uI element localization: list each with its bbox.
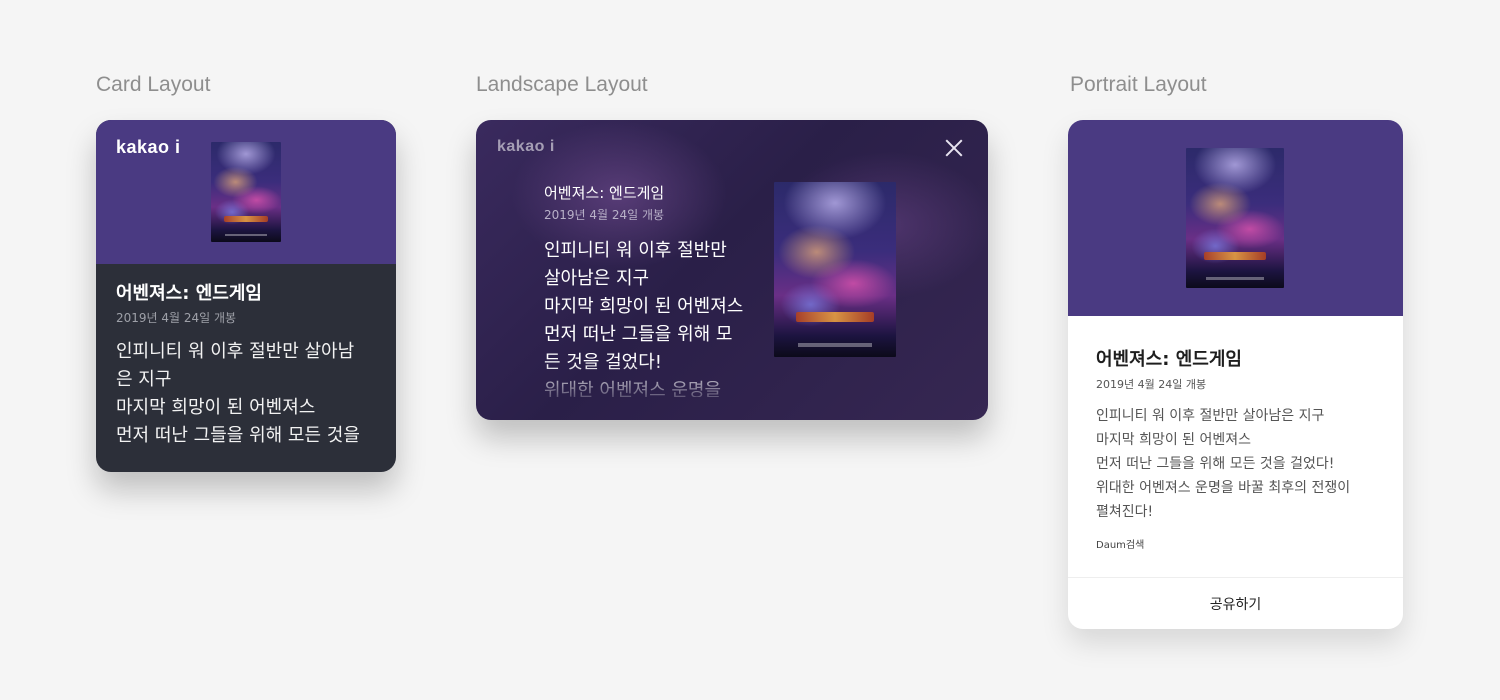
- portrait-layout-widget[interactable]: 어벤져스: 엔드게임 2019년 4월 24일 개봉 인피니티 워 이후 절반만…: [1068, 120, 1403, 629]
- movie-poster-image: [774, 182, 896, 357]
- description-line: 든 것을 걸었다!: [544, 352, 663, 373]
- kakao-i-logo: kakao i: [116, 137, 181, 157]
- description-line: 위대한 어벤져스 운명을: [544, 380, 722, 397]
- share-button[interactable]: 공유하기: [1068, 577, 1403, 629]
- card-header: kakao i: [96, 120, 396, 264]
- close-icon[interactable]: [942, 136, 966, 160]
- card-layout-label: Card Layout: [96, 73, 211, 96]
- portrait-body: 어벤져스: 엔드게임 2019년 4월 24일 개봉 인피니티 워 이후 절반만…: [1068, 316, 1403, 551]
- release-date: 2019년 4월 24일 개봉: [116, 311, 237, 325]
- description-line: 인피니티 워 이후 절반만: [544, 240, 727, 261]
- movie-description[interactable]: 인피니티 워 이후 절반만 살아남은 지구 마지막 희망이 된 어벤져스 먼저 …: [544, 237, 754, 397]
- description-line: 은 지구: [116, 369, 172, 390]
- movie-title: 어벤져스: 엔드게임: [1096, 349, 1242, 370]
- release-date: 2019년 4월 24일 개봉: [544, 208, 665, 222]
- movie-title: 어벤져스: 엔드게임: [544, 184, 665, 202]
- movie-title: 어벤져스: 엔드게임: [116, 283, 262, 304]
- landscape-text-block: 어벤져스: 엔드게임 2019년 4월 24일 개봉 인피니티 워 이후 절반만…: [544, 182, 754, 397]
- release-date: 2019년 4월 24일 개봉: [1096, 378, 1207, 391]
- card-body: 어벤져스: 엔드게임 2019년 4월 24일 개봉 인피니티 워 이후 절반만…: [96, 264, 396, 468]
- card-layout-widget[interactable]: kakao i 어벤져스: 엔드게임 2019년 4월 24일 개봉 인피니티 …: [96, 120, 396, 472]
- description-line: 인피니티 워 이후 절반만 살아남: [116, 341, 355, 362]
- description-line: 먼저 떠난 그들을 위해 모든 것을: [116, 425, 360, 446]
- portrait-layout-label: Portrait Layout: [1070, 73, 1207, 96]
- description-line: 펼쳐진다!: [1096, 504, 1154, 520]
- kakao-i-logo: kakao i: [497, 138, 555, 155]
- movie-poster-image: [1186, 148, 1284, 288]
- movie-poster-image: [211, 142, 281, 242]
- description-line: 먼저 떠난 그들을 위해 모든 것을 걸었다!: [1096, 456, 1335, 472]
- movie-description: 인피니티 워 이후 절반만 살아남은 지구 마지막 희망이 된 어벤져스 먼저 …: [1096, 404, 1375, 524]
- portrait-header: [1068, 120, 1403, 316]
- description-line: 마지막 희망이 된 어벤져스: [1096, 432, 1252, 448]
- movie-description: 인피니티 워 이후 절반만 살아남 은 지구 마지막 희망이 된 어벤져스 먼저…: [116, 338, 376, 450]
- description-line: 마지막 희망이 된 어벤져스: [116, 397, 316, 418]
- description-line: 먼저 떠난 그들을 위해 모: [544, 324, 733, 345]
- landscape-layout-widget[interactable]: kakao i 어벤져스: 엔드게임 2019년 4월 24일 개봉 인피니티 …: [476, 120, 988, 420]
- description-line: 위대한 어벤져스 운명을 바꿀 최후의 전쟁이: [1096, 480, 1351, 496]
- description-line: 인피니티 워 이후 절반만 살아남은 지구: [1096, 408, 1325, 424]
- source-link[interactable]: Daum검색: [1096, 536, 1375, 551]
- landscape-layout-label: Landscape Layout: [476, 73, 648, 96]
- description-line: 마지막 희망이 된 어벤져스: [544, 296, 744, 317]
- description-line: 살아남은 지구: [544, 268, 650, 289]
